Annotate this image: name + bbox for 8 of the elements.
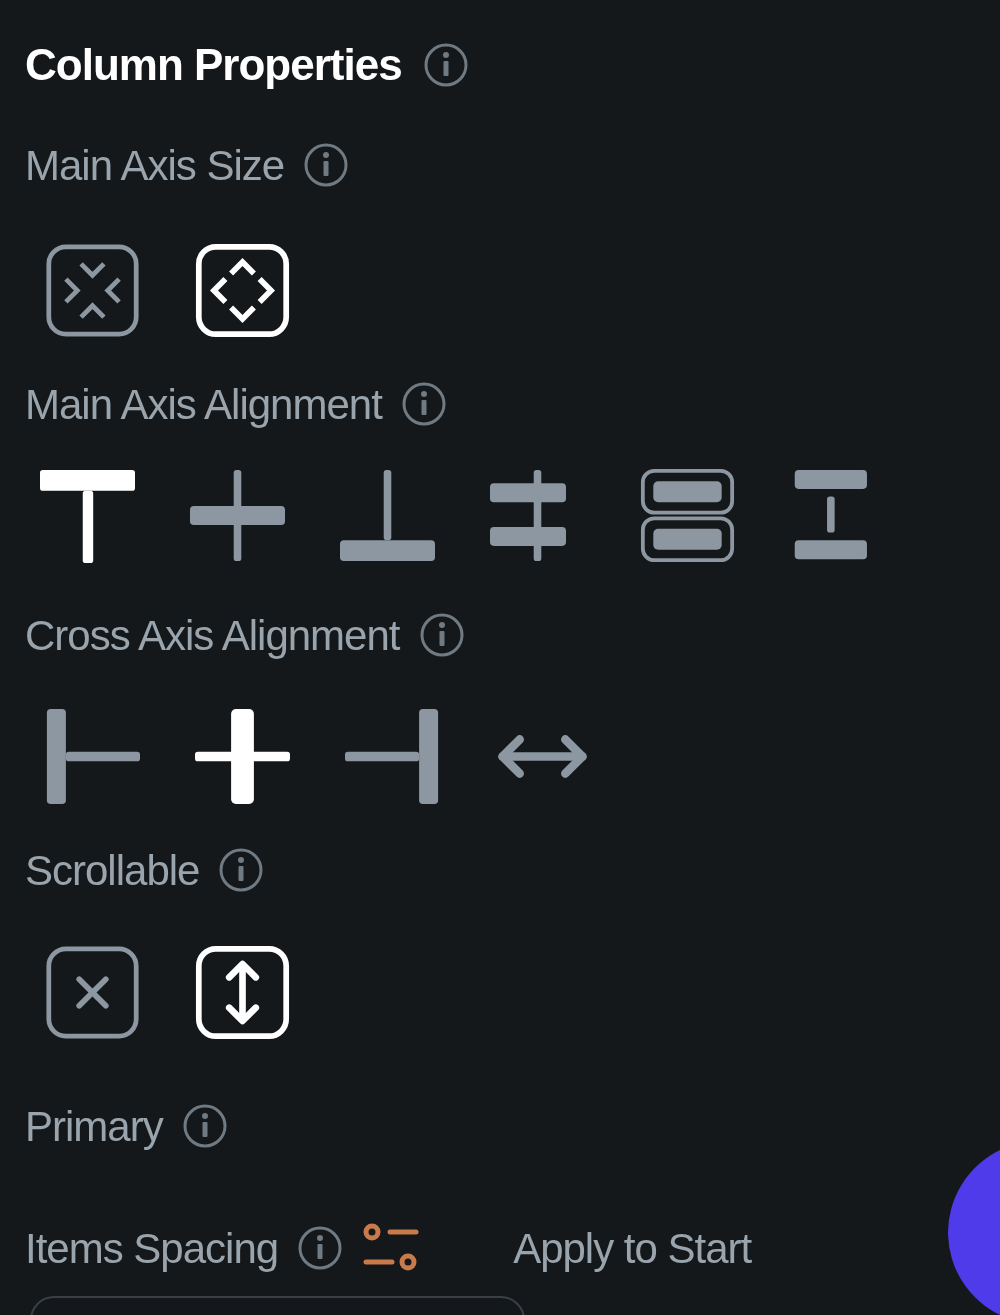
apply-label: Apply to Start — [513, 1223, 752, 1274]
section-label: Cross Axis Alignment — [25, 610, 400, 661]
section-label: Primary — [25, 1101, 163, 1152]
section-label: Main Axis Alignment — [25, 379, 382, 430]
section-label: Scrollable — [25, 845, 200, 896]
panel-title: Column Properties — [25, 39, 402, 91]
section-label: Main Axis Size — [25, 140, 285, 191]
section-label: Items Spacing — [25, 1223, 279, 1274]
